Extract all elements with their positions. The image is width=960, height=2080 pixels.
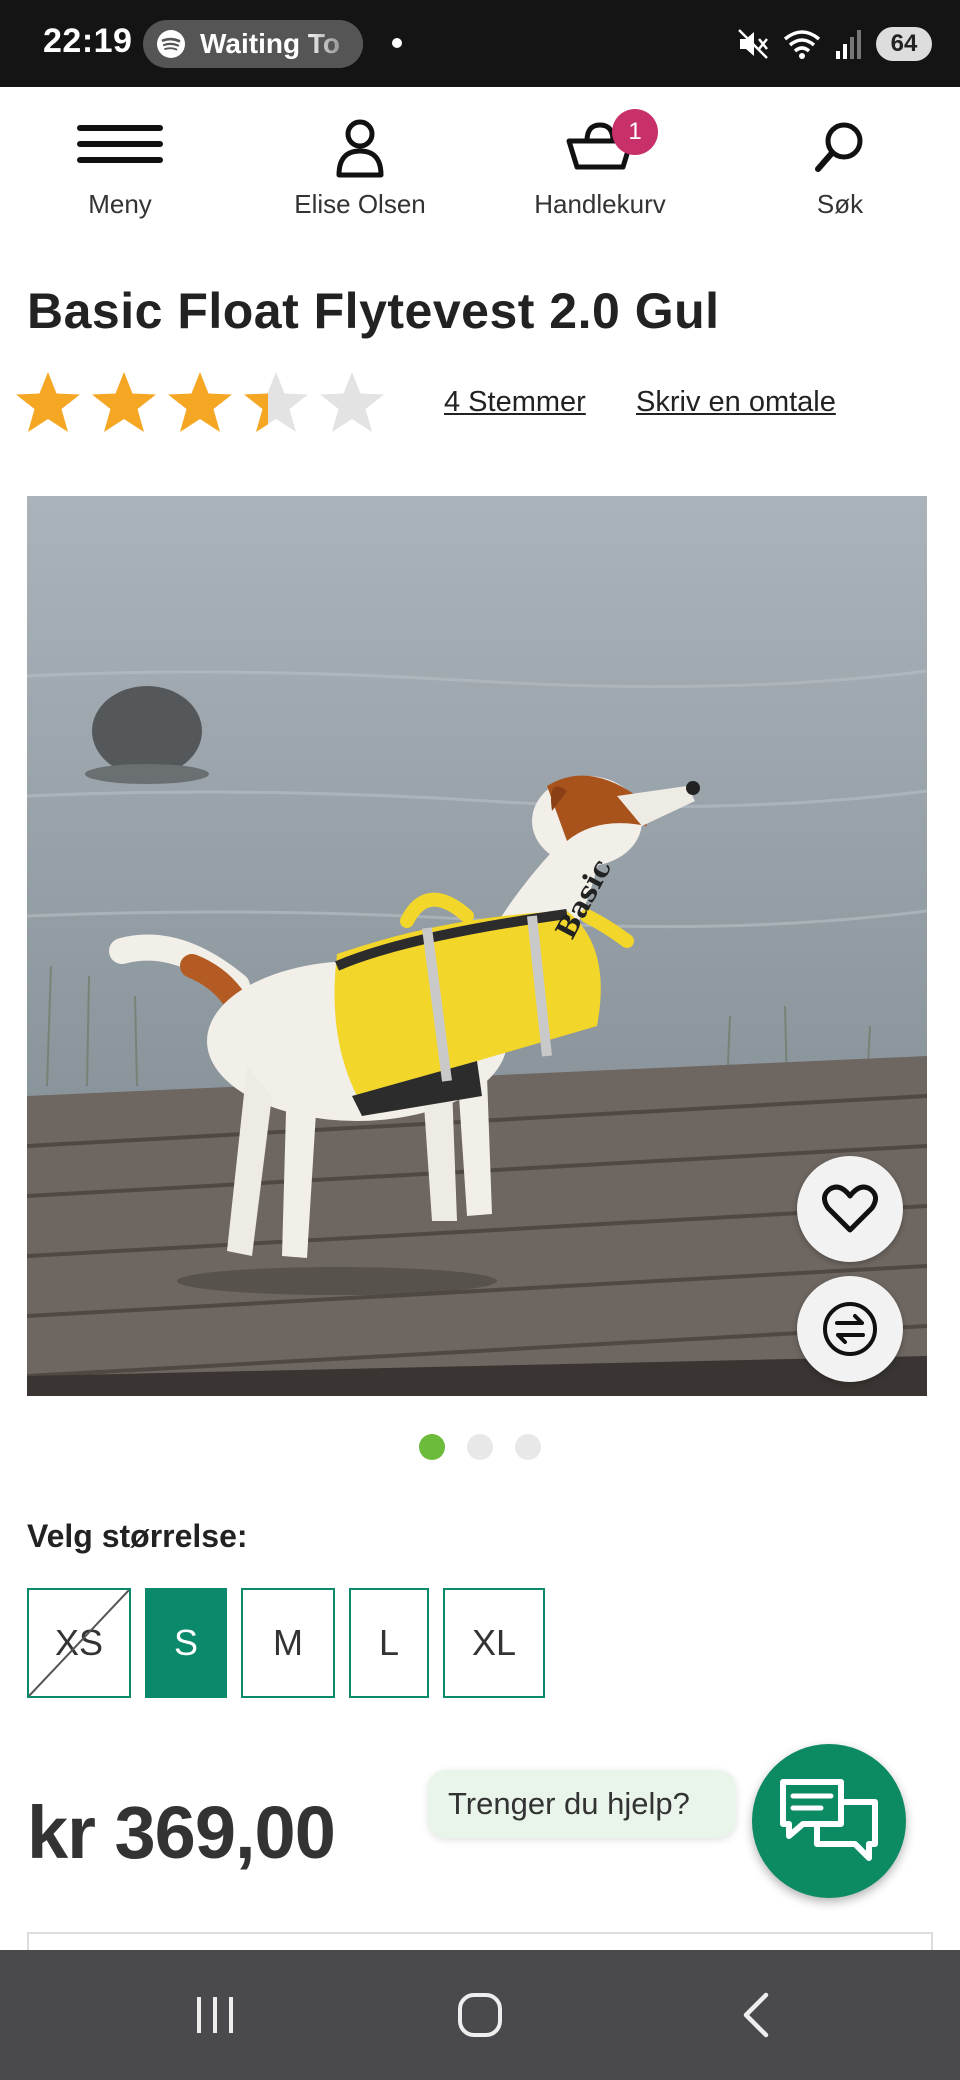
rating-row: 4 Stemmer Skriv en omtale — [14, 366, 944, 446]
cart-count-badge: 1 — [612, 109, 658, 155]
media-notification-pill[interactable]: Waiting To — [143, 20, 363, 68]
status-bar: 22:19 Waiting To 64 — [0, 0, 960, 87]
cart-button[interactable]: 1 Handlekurv — [490, 109, 710, 220]
search-icon — [815, 122, 863, 172]
hamburger-menu-icon — [77, 125, 163, 163]
gallery-dot-1[interactable] — [419, 1434, 445, 1460]
account-label: Elise Olsen — [294, 189, 426, 219]
unavailable-strike — [29, 1590, 129, 1696]
votes-link[interactable]: 4 Stemmer — [444, 386, 586, 419]
gallery-dot-2[interactable] — [467, 1434, 493, 1460]
size-option-label: L — [378, 1622, 400, 1663]
product-image: Basic — [27, 496, 927, 1396]
size-option-xs-unavailable[interactable]: XS — [27, 1588, 131, 1698]
size-option-xl[interactable]: XL — [443, 1588, 545, 1698]
back-button[interactable] — [730, 1990, 780, 2040]
mute-icon — [738, 29, 768, 59]
search-button[interactable]: Søk — [730, 117, 950, 220]
menu-label: Meny — [88, 189, 152, 219]
gallery-dot-3[interactable] — [515, 1434, 541, 1460]
star-icon-3 — [166, 370, 234, 436]
account-button[interactable]: Elise Olsen — [250, 117, 470, 220]
chat-button[interactable] — [752, 1744, 906, 1898]
heart-icon — [822, 1184, 878, 1233]
spotify-icon — [157, 30, 185, 58]
help-bubble[interactable]: Trenger du hjelp? — [428, 1770, 736, 1838]
home-button[interactable] — [455, 1990, 505, 2040]
media-fade — [303, 20, 363, 68]
menu-button[interactable]: Meny — [10, 117, 230, 220]
size-option-label: M — [273, 1622, 303, 1663]
size-option-label: XL — [471, 1622, 517, 1663]
user-icon — [336, 119, 384, 178]
wifi-icon — [783, 30, 821, 59]
star-rating — [14, 370, 386, 436]
recent-apps-button[interactable] — [190, 1990, 240, 2040]
header-nav: Meny Elise Olsen 1 Handlekurv Søk — [0, 87, 960, 237]
size-option-m[interactable]: M — [241, 1588, 335, 1698]
size-option-s-selected[interactable]: S — [145, 1588, 227, 1698]
home-icon — [458, 1993, 502, 2037]
signal-icon — [836, 30, 861, 59]
star-icon-2 — [90, 370, 158, 436]
search-label: Søk — [816, 189, 864, 219]
size-option-l[interactable]: L — [349, 1588, 429, 1698]
star-half-icon — [242, 370, 310, 436]
compare-arrows-icon — [823, 1302, 877, 1356]
compare-button[interactable] — [797, 1276, 903, 1382]
gallery-pagination — [0, 1434, 960, 1460]
system-navigation-bar — [0, 1950, 960, 2080]
size-options: XS S M L XL — [27, 1588, 545, 1698]
product-title: Basic Float Flytevest 2.0 Gul — [27, 283, 720, 339]
size-selector-label: Velg størrelse: — [27, 1518, 248, 1554]
status-icons: 64 — [736, 22, 932, 66]
cart-label: Handlekurv — [534, 189, 666, 219]
notification-dot — [392, 38, 402, 48]
status-time: 22:19 — [43, 22, 133, 60]
recent-apps-icon — [197, 1997, 233, 2033]
size-option-label: S — [173, 1622, 198, 1663]
product-price: kr 369,00 — [27, 1791, 336, 1874]
product-image-gallery[interactable]: Basic — [27, 496, 927, 1396]
star-empty-icon — [318, 370, 386, 436]
chat-bubbles-icon — [780, 1779, 878, 1861]
write-review-link[interactable]: Skriv en omtale — [636, 386, 836, 419]
back-chevron-icon — [743, 1992, 769, 2038]
favorite-button[interactable] — [797, 1156, 903, 1262]
battery-icon: 64 — [876, 27, 932, 61]
star-icon-1 — [14, 370, 82, 436]
